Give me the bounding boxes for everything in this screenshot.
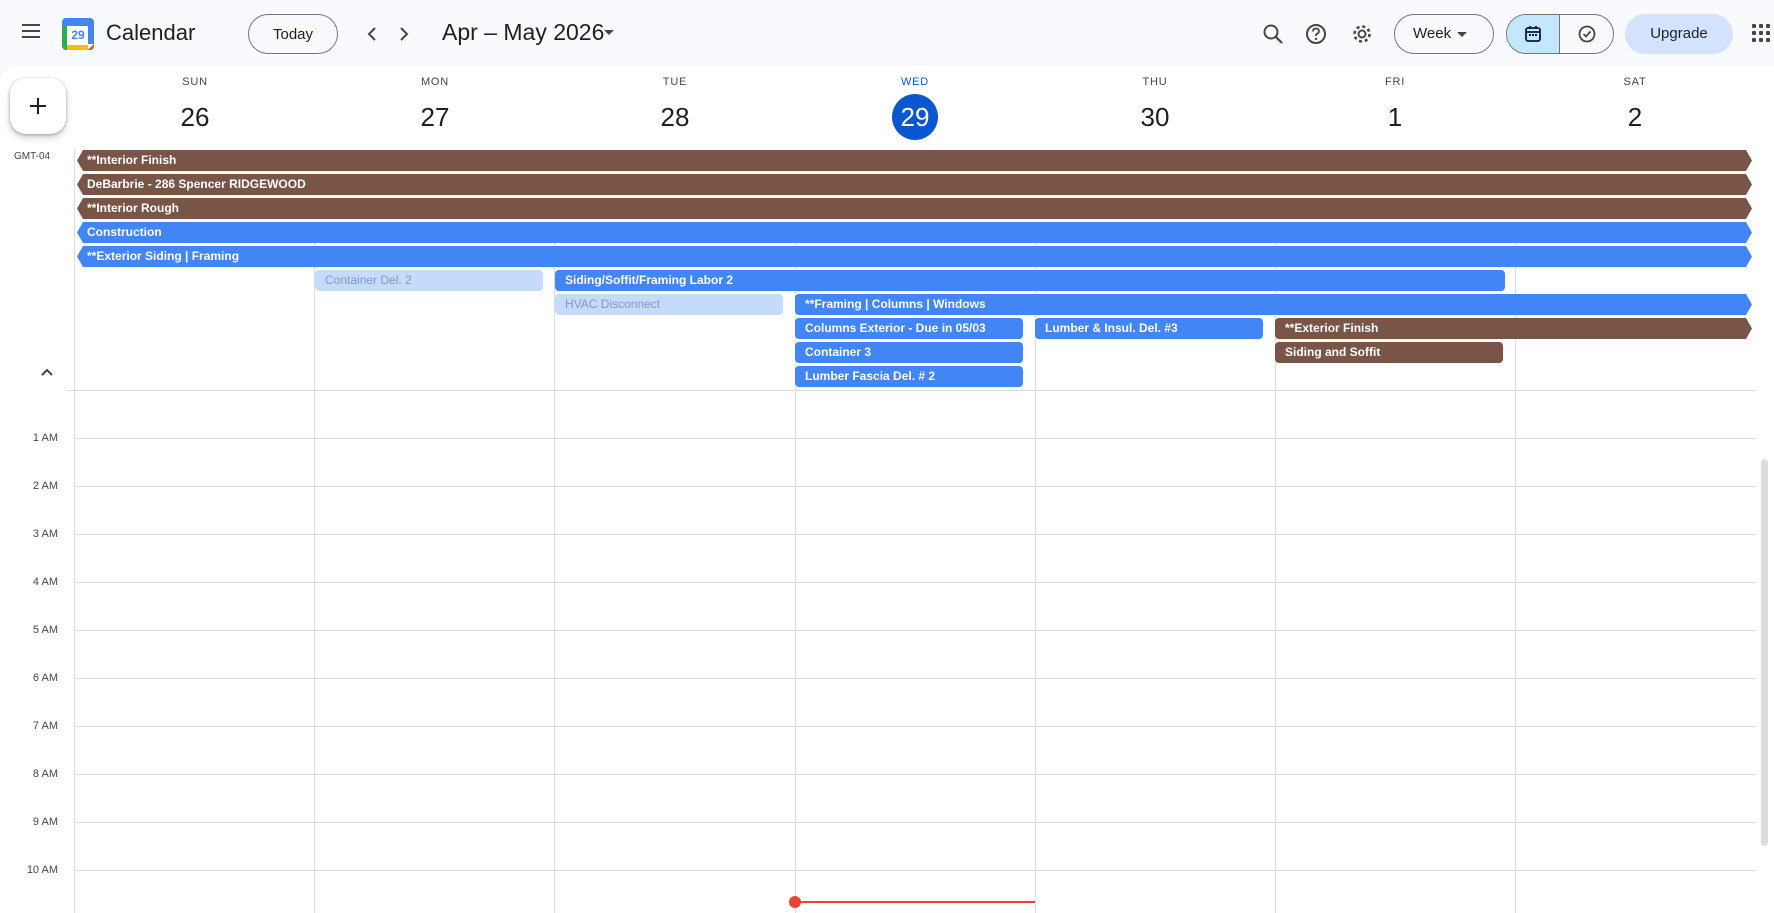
hour-line bbox=[74, 486, 1756, 487]
upgrade-button[interactable]: Upgrade bbox=[1625, 14, 1733, 54]
day-of-week: THU bbox=[1142, 76, 1168, 88]
day-number[interactable]: 1 bbox=[1372, 94, 1418, 140]
hour-line bbox=[74, 870, 1756, 871]
day-of-week: SUN bbox=[182, 76, 208, 88]
event-chip[interactable]: HVAC Disconnect bbox=[555, 294, 783, 315]
app-title[interactable]: Calendar bbox=[106, 20, 195, 46]
day-of-week: FRI bbox=[1384, 76, 1406, 88]
hour-label: 6 AM bbox=[32, 672, 58, 684]
hour-line bbox=[74, 438, 1756, 439]
hour-line bbox=[74, 678, 1756, 679]
event-chip[interactable]: Container Del. 2 bbox=[315, 270, 543, 291]
today-button[interactable]: Today bbox=[248, 14, 338, 54]
hour-line bbox=[74, 726, 1756, 727]
event-chip[interactable]: Siding and Soffit bbox=[1275, 342, 1503, 363]
event-chip[interactable]: Columns Exterior - Due in 05/03 bbox=[795, 318, 1023, 339]
hour-line bbox=[74, 582, 1756, 583]
current-time-dot bbox=[789, 896, 801, 908]
current-time-line bbox=[795, 901, 1035, 903]
logo-day: 29 bbox=[71, 28, 85, 42]
day-number[interactable]: 2 bbox=[1612, 94, 1658, 140]
chevron-down-icon bbox=[1457, 32, 1467, 37]
plus-icon bbox=[30, 98, 46, 114]
hour-label: 9 AM bbox=[32, 816, 58, 828]
chevron-up-icon[interactable] bbox=[37, 362, 57, 382]
grid-line bbox=[554, 240, 555, 913]
view-selector-label: Week bbox=[1413, 25, 1452, 42]
chevron-right-icon[interactable] bbox=[388, 18, 420, 50]
day-number[interactable]: 28 bbox=[652, 94, 698, 140]
hour-line bbox=[74, 822, 1756, 823]
day-of-week: WED bbox=[900, 76, 930, 88]
hour-label: 3 AM bbox=[32, 528, 58, 540]
event-chip[interactable]: **Exterior Finish bbox=[1275, 318, 1752, 339]
event-chip[interactable]: Construction bbox=[77, 222, 1752, 243]
hour-label: 10 AM bbox=[26, 864, 58, 876]
grid-line bbox=[1515, 240, 1516, 913]
help-icon[interactable] bbox=[1298, 16, 1334, 52]
event-chip[interactable]: Lumber Fascia Del. # 2 bbox=[795, 366, 1023, 387]
hour-label: 7 AM bbox=[32, 720, 58, 732]
event-chip[interactable]: **Exterior Siding | Framing bbox=[77, 246, 1752, 267]
grid-line bbox=[1275, 240, 1276, 913]
hour-line bbox=[74, 630, 1756, 631]
event-chip[interactable]: Container 3 bbox=[795, 342, 1023, 363]
hour-label: 5 AM bbox=[32, 624, 58, 636]
day-header-thu[interactable]: THU 30 bbox=[1035, 76, 1275, 140]
day-header-sun[interactable]: SUN 26 bbox=[75, 76, 315, 140]
view-selector[interactable]: Week bbox=[1394, 14, 1494, 54]
view-toggle bbox=[1506, 14, 1614, 54]
day-header-wed[interactable]: WED 29 bbox=[795, 76, 1035, 140]
menu-icon[interactable] bbox=[12, 13, 48, 49]
gear-icon[interactable] bbox=[1344, 16, 1380, 52]
hour-label: 4 AM bbox=[32, 576, 58, 588]
event-chip[interactable]: Siding/Soffit/Framing Labor 2 bbox=[555, 270, 1505, 291]
event-chip[interactable]: **Interior Finish bbox=[77, 150, 1752, 171]
all-day-divider bbox=[66, 390, 1756, 391]
chevron-down-icon[interactable] bbox=[604, 30, 614, 35]
day-header-fri[interactable]: FRI 1 bbox=[1275, 76, 1515, 140]
day-header-mon[interactable]: MON 27 bbox=[315, 76, 555, 140]
day-header-tue[interactable]: TUE 28 bbox=[555, 76, 795, 140]
event-chip[interactable]: **Framing | Columns | Windows bbox=[795, 294, 1752, 315]
day-number[interactable]: 26 bbox=[172, 94, 218, 140]
chevron-left-icon[interactable] bbox=[356, 18, 388, 50]
timezone-label: GMT-04 bbox=[14, 151, 51, 162]
check-circle-icon[interactable] bbox=[1560, 15, 1613, 53]
event-chip[interactable]: Lumber & Insul. Del. #3 bbox=[1035, 318, 1263, 339]
grid-line bbox=[314, 240, 315, 913]
day-of-week: SAT bbox=[1623, 76, 1647, 88]
week-view: SUN 26 MON 27 TUE 28 WED 29 THU 30 FRI 1… bbox=[0, 66, 1774, 913]
search-icon[interactable] bbox=[1255, 16, 1291, 52]
hour-label: 2 AM bbox=[32, 480, 58, 492]
event-chip[interactable]: **Interior Rough bbox=[77, 198, 1752, 219]
day-of-week: MON bbox=[420, 76, 450, 88]
create-button[interactable] bbox=[10, 78, 66, 134]
grid-line bbox=[74, 150, 75, 913]
hour-label: 8 AM bbox=[32, 768, 58, 780]
apps-grid-icon[interactable] bbox=[1752, 24, 1772, 44]
scrollbar[interactable] bbox=[1761, 459, 1768, 846]
date-range-title[interactable]: Apr – May 2026 bbox=[442, 19, 604, 46]
day-of-week: TUE bbox=[662, 76, 688, 88]
calendar-icon[interactable] bbox=[1507, 15, 1561, 53]
hour-line bbox=[74, 534, 1756, 535]
event-chip[interactable]: DeBarbrie - 286 Spencer RIDGEWOOD bbox=[77, 174, 1752, 195]
hour-label: 1 AM bbox=[32, 432, 58, 444]
day-number[interactable]: 27 bbox=[412, 94, 458, 140]
calendar-logo-icon: 29 bbox=[62, 18, 94, 50]
day-number-today[interactable]: 29 bbox=[892, 94, 938, 140]
hour-line bbox=[74, 774, 1756, 775]
day-number[interactable]: 30 bbox=[1132, 94, 1178, 140]
grid-line bbox=[1035, 240, 1036, 913]
grid-line bbox=[795, 240, 796, 913]
top-bar: 29 Calendar Today Apr – May 2026 Week Up… bbox=[0, 0, 1774, 66]
day-header-sat[interactable]: SAT 2 bbox=[1515, 76, 1755, 140]
